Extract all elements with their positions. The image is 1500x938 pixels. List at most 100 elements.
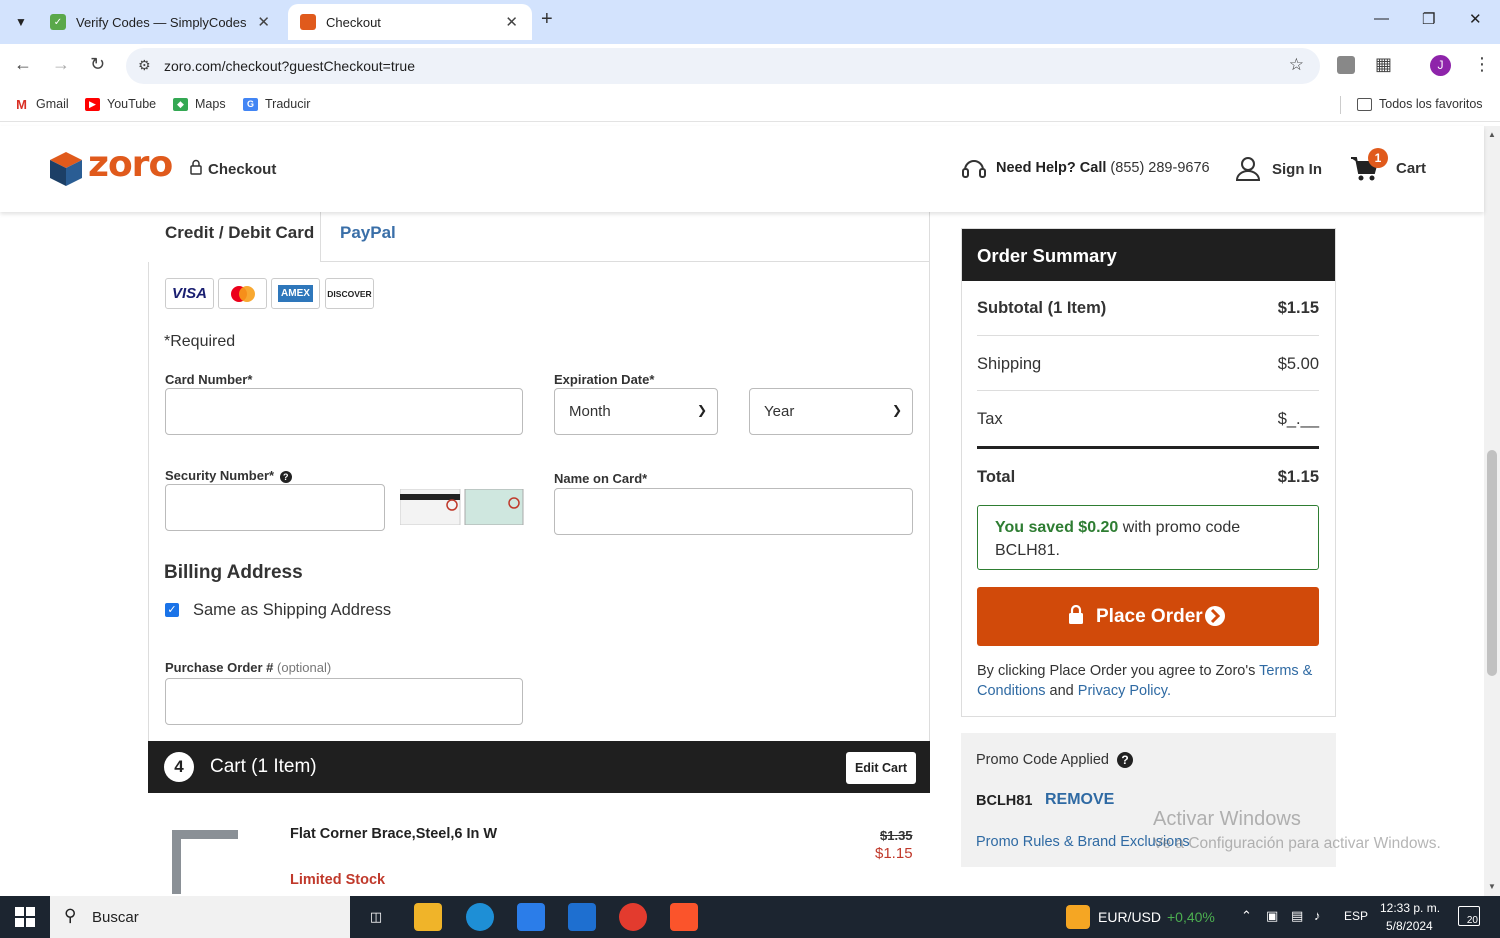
tab-search-button[interactable]: ▼	[8, 10, 34, 34]
file-explorer-icon[interactable]	[414, 903, 442, 931]
all-bookmarks[interactable]: Todos los favoritos	[1357, 97, 1483, 111]
zoro-favicon-icon	[300, 14, 316, 30]
name-on-card-label: Name on Card*	[554, 471, 648, 486]
month-value: Month	[569, 403, 611, 420]
month-select[interactable]: Month ❯	[554, 388, 718, 435]
notifications-icon[interactable]: 20	[1458, 906, 1480, 926]
restore-icon[interactable]: ❐	[1422, 10, 1435, 28]
extension-icon[interactable]	[1337, 56, 1355, 74]
cart-count-badge: 1	[1368, 148, 1388, 168]
required-note: *Required	[164, 333, 236, 350]
cart-section-title: Cart (1 Item)	[210, 756, 317, 777]
page-scrollbar[interactable]: ▲ ▼	[1484, 126, 1500, 896]
windows-activation-text: Ve a Configuración para activar Windows.	[1153, 835, 1441, 852]
chrome-icon[interactable]	[619, 903, 647, 931]
bookmark-traducir[interactable]: G Traducir	[243, 97, 310, 111]
tab-title: Verify Codes — SimplyCodes	[76, 14, 247, 30]
reload-icon[interactable]: ↻	[90, 54, 105, 75]
purchase-order-input[interactable]	[165, 678, 523, 725]
order-summary-header: Order Summary	[962, 229, 1335, 281]
bookmark-label: YouTube	[107, 97, 157, 111]
youtube-icon: ▶	[85, 97, 100, 111]
new-tab-icon[interactable]: +	[541, 8, 553, 31]
wifi-icon[interactable]: ▤	[1291, 908, 1303, 924]
scroll-down-icon[interactable]: ▼	[1488, 882, 1496, 891]
back-icon[interactable]: ←	[14, 54, 32, 75]
scroll-up-icon[interactable]: ▲	[1488, 130, 1496, 139]
close-tab-icon[interactable]: ✕	[505, 13, 518, 31]
task-view-icon[interactable]: ◫	[362, 903, 390, 931]
chevron-up-icon[interactable]: ⌃	[1241, 908, 1252, 924]
brave-icon[interactable]	[670, 903, 698, 931]
cart-section-header: 4 Cart (1 Item) Edit Cart	[148, 741, 930, 793]
card-number-input[interactable]	[165, 388, 523, 435]
sign-in-link[interactable]: Sign In	[1272, 161, 1322, 178]
volume-icon[interactable]: ♪	[1314, 908, 1321, 923]
close-window-icon[interactable]: ✕	[1469, 10, 1482, 28]
security-number-input[interactable]	[165, 484, 385, 531]
help-circle-icon[interactable]: ?	[1117, 752, 1134, 768]
tab-simplycodes[interactable]: ✓ Verify Codes — SimplyCodes ✕	[38, 4, 284, 40]
tab-label: Credit / Debit Card	[165, 223, 315, 242]
discover-icon: DISCOVER	[325, 278, 374, 309]
name-on-card-input[interactable]	[554, 488, 913, 535]
tab-checkout[interactable]: Checkout ✕	[288, 4, 532, 40]
headset-icon	[962, 160, 986, 178]
edge-icon[interactable]	[466, 903, 494, 931]
close-tab-icon[interactable]: ✕	[257, 13, 270, 31]
user-icon[interactable]	[1235, 156, 1261, 182]
zoro-logo-text[interactable]: zoro	[88, 144, 173, 185]
order-summary: Order Summary Subtotal (1 Item) $1.15 Shi…	[961, 228, 1336, 717]
product-name[interactable]: Flat Corner Brace,Steel,6 In W	[290, 826, 497, 842]
same-as-shipping-label[interactable]: Same as Shipping Address	[193, 601, 391, 620]
summary-divider	[977, 390, 1319, 391]
language-indicator[interactable]: ESP	[1344, 909, 1368, 923]
help-phone[interactable]: Need Help? Call (855) 289-9676	[996, 160, 1210, 176]
place-order-button[interactable]: Place Order	[977, 587, 1319, 646]
total-row: Total $1.15	[977, 468, 1319, 486]
privacy-link[interactable]: Privacy Policy.	[1078, 683, 1171, 699]
fx-widget-icon[interactable]	[1066, 905, 1090, 929]
url-text[interactable]: zoro.com/checkout?guestCheckout=true	[164, 58, 415, 74]
profile-avatar[interactable]: J	[1430, 55, 1451, 76]
extensions-puzzle-icon[interactable]: ▦	[1375, 54, 1392, 75]
clock-time[interactable]: 12:33 p. m.	[1380, 901, 1440, 915]
edit-cart-button[interactable]: Edit Cart	[846, 752, 916, 784]
product-image[interactable]	[170, 828, 240, 894]
taskbar-search[interactable]: ⚲ Buscar	[50, 896, 350, 938]
gmail-icon: M	[14, 97, 29, 112]
bookmarks-divider	[1340, 96, 1341, 114]
windows-start-icon[interactable]	[0, 896, 50, 938]
menu-kebab-icon[interactable]: ⋮	[1473, 54, 1491, 75]
network-icon[interactable]: ▣	[1266, 908, 1278, 924]
forward-icon[interactable]: →	[52, 54, 70, 75]
bookmark-youtube[interactable]: ▶ YouTube	[85, 97, 156, 111]
bookmark-label: Todos los favoritos	[1379, 97, 1483, 111]
clock-date[interactable]: 5/8/2024	[1386, 919, 1433, 933]
total-divider	[977, 446, 1319, 449]
phone-number: (855) 289-9676	[1110, 160, 1210, 176]
store-icon[interactable]	[517, 903, 545, 931]
tab-credit-card[interactable]: Credit / Debit Card	[148, 212, 321, 262]
bookmark-label: Traducir	[265, 97, 311, 111]
tab-paypal[interactable]: PayPal	[340, 223, 396, 243]
site-info-icon[interactable]: ⚙	[138, 57, 151, 74]
zoro-logo-icon[interactable]	[50, 152, 82, 186]
remove-promo-button[interactable]: REMOVE	[1045, 791, 1114, 809]
tax-row: Tax $_.__	[977, 410, 1319, 428]
maps-icon: ◆	[173, 97, 188, 111]
translate-icon: G	[243, 97, 258, 111]
cart-link[interactable]: Cart	[1396, 160, 1426, 177]
help-circle-icon[interactable]: ?	[279, 471, 292, 483]
address-bar[interactable]: ⚙ zoro.com/checkout?guestCheckout=true ☆	[126, 48, 1320, 84]
same-as-shipping-checkbox[interactable]: ✓	[165, 603, 179, 617]
bookmark-star-icon[interactable]: ☆	[1289, 55, 1304, 75]
scroll-thumb[interactable]	[1487, 450, 1497, 676]
year-select[interactable]: Year ❯	[749, 388, 913, 435]
bookmark-gmail[interactable]: M Gmail	[14, 97, 69, 112]
bookmark-label: Maps	[195, 97, 226, 111]
mail-icon[interactable]	[568, 903, 596, 931]
minimize-icon[interactable]: —	[1374, 10, 1389, 27]
fx-pair[interactable]: EUR/USD	[1098, 909, 1161, 925]
bookmark-maps[interactable]: ◆ Maps	[173, 97, 226, 111]
